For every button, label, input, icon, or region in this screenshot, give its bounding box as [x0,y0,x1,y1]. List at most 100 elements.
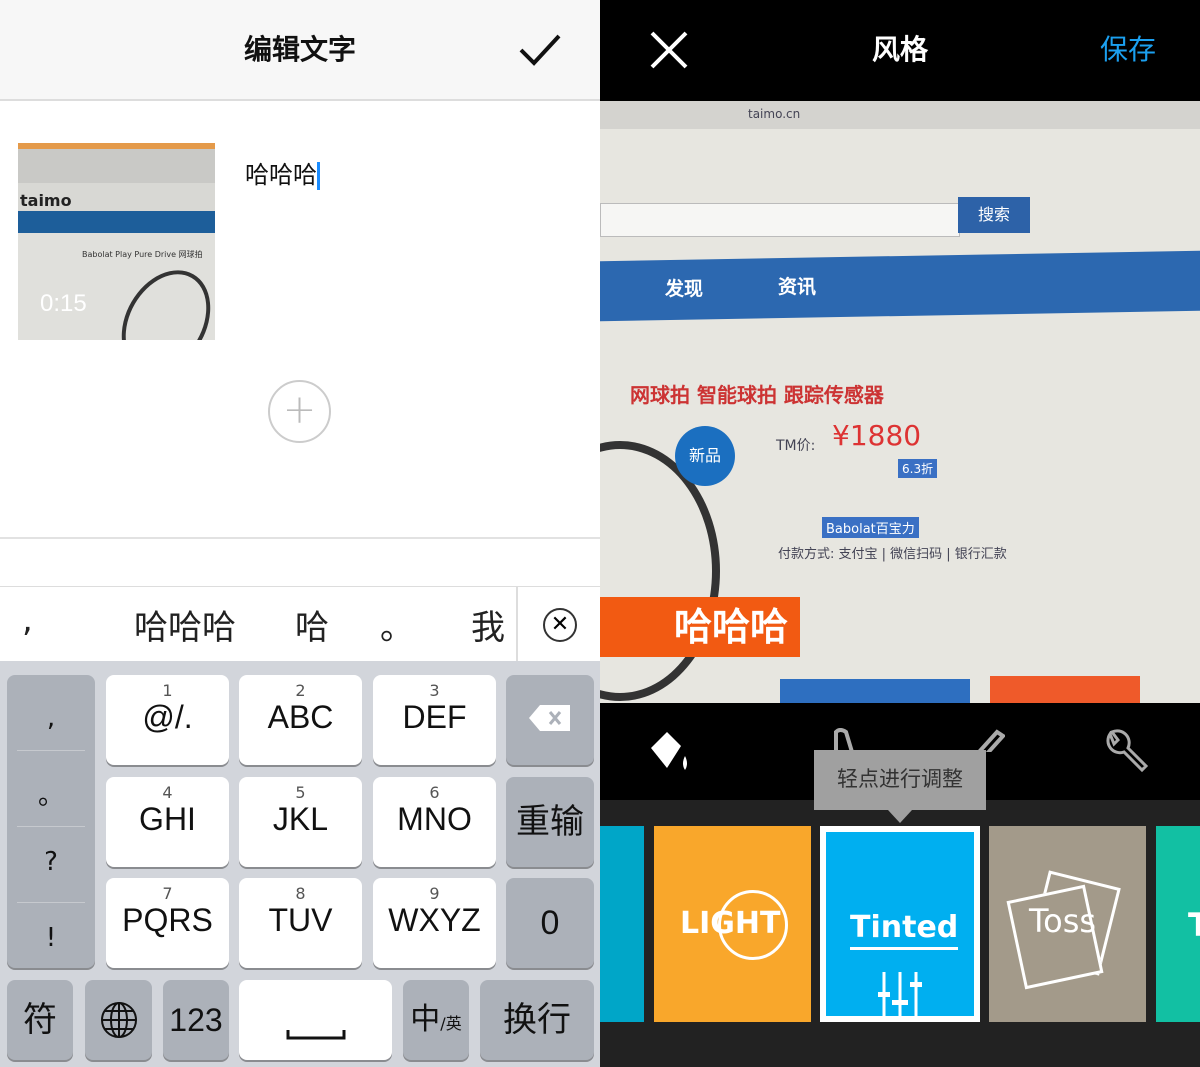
style-tile-edge-left[interactable] [600,826,644,1022]
pencil-icon[interactable] [975,728,1005,752]
photo-cart-button [780,679,970,703]
candidate[interactable]: 哈哈哈 [134,600,236,649]
close-candidates-button[interactable]: ✕ [516,586,600,661]
add-button[interactable]: + [268,380,331,443]
photo-badge: 新品 [675,426,735,486]
page-title: 编辑文字 [243,33,356,66]
numbers-key[interactable]: 123 [163,980,229,1060]
space-icon [286,1030,345,1040]
wrench-icon[interactable] [1102,728,1150,776]
punct-key[interactable]: ! [7,923,95,953]
style-tile-light[interactable]: LIGHT [654,826,811,1022]
punct-key[interactable]: ? [7,847,95,877]
key-number: 8 [295,884,306,903]
key-label: PQRS [122,902,213,938]
key-label: MNO [397,801,472,837]
reenter-key[interactable]: 重输 [506,777,594,867]
key-4[interactable]: 4 GHI [106,777,229,867]
lang-sub: /英 [440,1014,462,1033]
key-label: TUV [268,902,333,938]
text-cursor [317,162,320,190]
style-label: LIGHT [680,906,781,941]
key-7[interactable]: 7 PQRS [106,878,229,968]
photo-nav-1: 发现 [665,278,704,300]
sliders-icon [878,972,922,1016]
candidate[interactable]: 哈 [295,600,329,649]
key-number: 3 [429,681,440,700]
video-duration: 0:15 [40,290,87,317]
key-3[interactable]: 3 DEF [373,675,496,765]
key-number: 6 [429,783,440,802]
text-input[interactable]: 哈哈哈 [245,155,320,190]
key-label: DEF [402,699,467,735]
close-circle-icon: ✕ [543,608,577,642]
divider [17,902,85,903]
save-button[interactable]: 保存 [1100,28,1156,68]
style-tile-tinted[interactable]: Tinted [820,826,980,1022]
photo-brand: Babolat百宝力 [822,517,919,538]
divider [17,826,85,827]
photo-headline: 网球拍 智能球拍 跟踪传感器 [630,383,884,407]
candidate[interactable]: 。 [380,600,414,649]
key-number: 4 [162,783,173,802]
style-tile-edge-right[interactable]: T [1156,826,1200,1022]
backspace-icon [529,705,570,731]
photo-payment: 付款方式: 支付宝 | 微信扫码 | 银行汇款 [778,547,1007,562]
divider [17,750,85,751]
thumb-brand: taimo [20,191,72,210]
paint-bucket-icon[interactable] [645,726,695,776]
photo-search-button: 搜索 [958,197,1030,233]
photo-discount: 6.3折 [898,459,938,478]
photo-price: ¥1880 [832,419,922,452]
key-label: GHI [139,801,196,837]
key-9[interactable]: 9 WXYZ [373,878,496,968]
divider [0,537,600,539]
photo-search-box [600,203,960,237]
style-label: T [1188,906,1200,944]
globe-icon [100,1002,137,1038]
key-label: JKL [272,801,329,837]
key-8[interactable]: 8 TUV [239,878,362,968]
thumb-product: Babolat Play Pure Drive 网球拍 [82,250,203,259]
punct-key[interactable]: 。 [7,775,95,812]
key-label: WXYZ [388,902,481,938]
tooltip-arrow [888,810,912,823]
style-tile-toss[interactable]: Toss [989,826,1146,1022]
checkmark-icon[interactable] [518,30,562,70]
key-number: 5 [295,783,306,802]
photo-nav-2: 资讯 [778,276,817,298]
key-label: @/. [142,699,193,735]
key-0[interactable]: 0 [506,878,594,968]
delete-key[interactable] [506,675,594,765]
key-2[interactable]: 2 ABC [239,675,362,765]
key-number: 7 [162,884,173,903]
photo-url: taimo.cn [748,107,801,121]
return-key[interactable]: 换行 [480,980,594,1060]
text-value: 哈哈哈 [245,161,317,189]
key-number: 1 [162,681,173,700]
punctuation-column[interactable]: , 。 ? ! [7,675,95,968]
caption-overlay[interactable]: 哈哈哈 [600,597,800,657]
space-key[interactable] [239,980,392,1060]
racket-image [103,254,215,340]
key-5[interactable]: 5 JKL [239,777,362,867]
key-number: 9 [429,884,440,903]
candidate[interactable]: 我 [471,600,505,649]
style-label: Toss [1029,902,1097,940]
punct-key[interactable]: , [7,703,95,733]
photo-price-label: TM价: [776,438,816,454]
key-6[interactable]: 6 MNO [373,777,496,867]
tooltip: 轻点进行调整 [814,750,986,810]
candidate[interactable]: , [22,600,33,640]
symbols-key[interactable]: 符 [7,980,73,1060]
lang-main: 中 [410,1002,441,1037]
style-label: Tinted [850,910,959,950]
font-icon[interactable] [830,728,860,752]
key-number: 2 [295,681,306,700]
key-label: ABC [267,699,334,735]
globe-key[interactable] [85,980,152,1060]
photo-recommend-button [990,676,1140,703]
key-1[interactable]: 1 @/. [106,675,229,765]
language-key[interactable]: 中/英 [403,980,469,1060]
browser-bar [600,101,1200,129]
